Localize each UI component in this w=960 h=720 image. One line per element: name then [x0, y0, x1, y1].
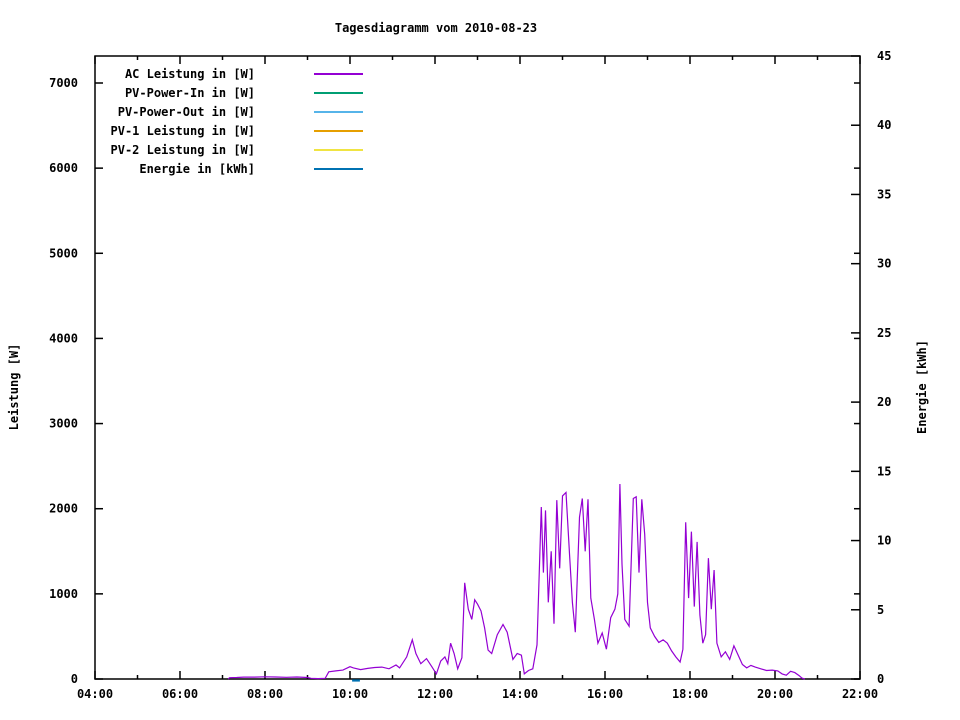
x-tick-label: 06:00: [162, 687, 198, 701]
x-tick-label: 20:00: [757, 687, 793, 701]
y-right-tick-label: 40: [877, 118, 891, 132]
x-tick-label: 18:00: [672, 687, 708, 701]
y-left-tick-label: 6000: [49, 161, 78, 175]
plot-border: [95, 56, 860, 679]
chart-canvas: Tagesdiagramm vom 2010-08-23 Leistung [W…: [0, 0, 960, 720]
y-left-tick-label: 3000: [49, 417, 78, 431]
x-tick-label: 22:00: [842, 687, 878, 701]
x-tick-label: 08:00: [247, 687, 283, 701]
y-left-tick-label: 4000: [49, 331, 78, 345]
y-left-tick-label: 1000: [49, 587, 78, 601]
series-line-ac-leistung-in-w: [228, 484, 805, 679]
y-right-tick-label: 15: [877, 464, 891, 478]
y-right-tick-label: 35: [877, 187, 891, 201]
y-right-tick-label: 45: [877, 49, 891, 63]
y-right-tick-label: 20: [877, 395, 891, 409]
y-left-tick-label: 7000: [49, 76, 78, 90]
x-tick-label: 16:00: [587, 687, 623, 701]
axis-ticks: [95, 56, 860, 679]
y-right-tick-label: 0: [877, 672, 884, 686]
y-right-tick-label: 30: [877, 257, 891, 271]
y-left-tick-label: 0: [71, 672, 78, 686]
plot-area: 04:00 06:00 08:00 10:00 12:00 14:00 16:00 18:00…: [0, 0, 960, 720]
y-right-tick-label: 25: [877, 326, 891, 340]
y-right-tick-label: 5: [877, 603, 884, 617]
axis-tick-labels: 04:00 06:00 08:00 10:00 12:00 14:00 16:00 18:00…: [49, 49, 891, 701]
x-tick-label: 10:00: [332, 687, 368, 701]
x-tick-label: 04:00: [77, 687, 113, 701]
x-tick-label: 14:00: [502, 687, 538, 701]
y-left-tick-label: 2000: [49, 502, 78, 516]
y-right-tick-label: 10: [877, 534, 891, 548]
y-left-tick-label: 5000: [49, 246, 78, 260]
x-tick-label: 12:00: [417, 687, 453, 701]
